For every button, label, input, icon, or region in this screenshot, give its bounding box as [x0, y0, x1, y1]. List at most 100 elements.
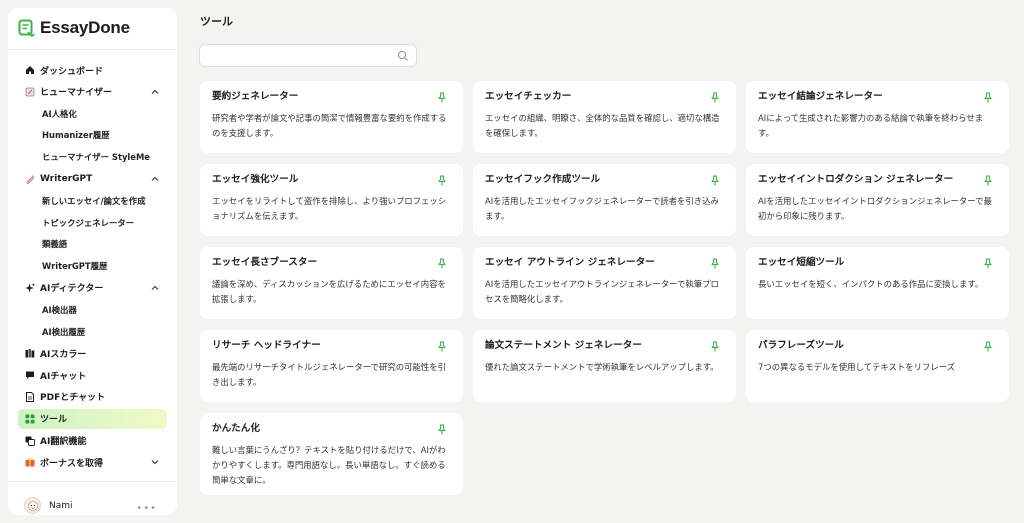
- sidebar-item-label: ツール: [40, 415, 68, 426]
- tool-card-description: AIによって生成された影響力のある結論で執筆を終わらせます。: [758, 113, 984, 138]
- home-icon: [25, 65, 35, 75]
- tool-card-description: AIを活用したエッセイアウトラインジェネレーターで執筆プロセスを簡略化します。: [485, 279, 719, 304]
- tool-card-description: 長いエッセイを短く、インパクトのある作品に変換します。: [758, 279, 984, 289]
- sidebar-nav: ダッシュボード ヒューマナイザー AI人格化 Humanizer履歴 ヒューマナ…: [18, 60, 167, 474]
- pin-icon[interactable]: [710, 92, 720, 103]
- tool-card[interactable]: パラフレーズツール 7つの異なるモデルを使用してテキストをリフレーズ: [746, 330, 1009, 402]
- tool-card-title: エッセイフック作成ツール: [485, 174, 601, 185]
- more-options-icon[interactable]: •••: [136, 503, 157, 514]
- chevron-up-icon[interactable]: [150, 174, 160, 184]
- pin-icon[interactable]: [983, 258, 993, 269]
- sidebar-subitem-ai-detector[interactable]: AI検出器: [18, 300, 167, 320]
- sidebar-subitem-new-essay[interactable]: 新しいエッセイ/論文を作成: [18, 191, 167, 211]
- chevron-up-icon[interactable]: [150, 87, 160, 97]
- tool-card[interactable]: エッセイ短縮ツール 長いエッセイを短く、インパクトのある作品に変換します。: [746, 247, 1009, 319]
- pin-icon[interactable]: [437, 175, 447, 186]
- sidebar-item-ai-chat[interactable]: AIチャット: [18, 365, 167, 385]
- sidebar-divider: [8, 49, 177, 50]
- pin-icon[interactable]: [710, 341, 720, 352]
- translate-icon: [25, 436, 35, 446]
- tool-card-title: かんたん化: [212, 423, 260, 434]
- sidebar-subitem-humanizer-styleme[interactable]: ヒューマナイザー StyleMe: [18, 147, 167, 167]
- sidebar-item-label: AIチャット: [40, 371, 87, 382]
- brand-name: EssayDone: [40, 18, 130, 37]
- pin-icon[interactable]: [437, 258, 447, 269]
- sidebar-item-humanizer[interactable]: ヒューマナイザー: [18, 82, 167, 102]
- tool-card-description: 最先端のリサーチタイトルジェネレーターで研究の可能性を引き出します。: [212, 362, 446, 387]
- sidebar-item-ai-detector[interactable]: AIディテクター: [18, 278, 167, 298]
- tool-card-description: AIを活用したエッセイフックジェネレーターで読者を引き込みます。: [485, 196, 719, 221]
- sidebar-item-label: AI翻訳機能: [40, 437, 87, 448]
- avatar-icon: [27, 500, 38, 511]
- tool-card-description: 7つの異なるモデルを使用してテキストをリフレーズ: [758, 362, 956, 372]
- sidebar-subitem-writergpt-history[interactable]: WriterGPT履歴: [18, 256, 167, 276]
- avatar: [24, 497, 41, 514]
- tool-card[interactable]: エッセイイントロダクション ジェネレーター AIを活用したエッセイイントロダクシ…: [746, 164, 1009, 236]
- tool-card[interactable]: エッセイチェッカー エッセイの組織、明瞭さ、全体的な品質を確認し、適切な構造を確…: [473, 81, 736, 153]
- tool-card-title: エッセイ短縮ツール: [758, 257, 845, 268]
- search-box[interactable]: [199, 44, 417, 69]
- pin-icon[interactable]: [983, 175, 993, 186]
- search-input[interactable]: [200, 47, 380, 69]
- pin-icon[interactable]: [437, 341, 447, 352]
- tool-card-title: エッセイ結論ジェネレーター: [758, 91, 883, 102]
- tool-card-title: エッセイイントロダクション ジェネレーター: [758, 174, 954, 185]
- sidebar-item-pdf-chat[interactable]: PDFとチャット: [18, 387, 167, 407]
- chat-icon: [25, 370, 35, 380]
- pin-icon[interactable]: [710, 175, 720, 186]
- pin-icon[interactable]: [437, 424, 447, 435]
- user-profile[interactable]: Nami: [24, 497, 73, 514]
- grid-icon: [25, 414, 35, 424]
- tool-card-title: パラフレーズツール: [758, 340, 844, 351]
- tool-card-title: エッセイ アウトライン ジェネレーター: [485, 257, 655, 268]
- tool-card-title: リサーチ ヘッドライナー: [212, 340, 321, 351]
- tool-card-description: 議論を深め、ディスカッションを広げるためにエッセイ内容を拡張します。: [212, 279, 446, 304]
- tool-card-description: 優れた論文ステートメントで学術執筆をレベルアップします。: [485, 362, 719, 372]
- sidebar-item-tools[interactable]: ツール: [18, 408, 167, 429]
- chevron-down-icon[interactable]: [150, 457, 160, 467]
- tool-card-description: エッセイをリライトして盗作を排除し、より強いプロフェッショナリズムを伝えます。: [212, 196, 447, 221]
- sidebar-footer-divider: [8, 481, 177, 482]
- user-name: Nami: [49, 500, 73, 511]
- sidebar-item-label: WriterGPT: [40, 173, 93, 184]
- pin-icon[interactable]: [710, 258, 720, 269]
- pin-icon[interactable]: [983, 341, 993, 352]
- pin-icon[interactable]: [983, 92, 993, 103]
- sidebar-item-ai-translation[interactable]: AI翻訳機能: [18, 431, 167, 451]
- gift-icon: [25, 457, 35, 467]
- tool-card[interactable]: エッセイ結論ジェネレーター AIによって生成された影響力のある結論で執筆を終わら…: [746, 81, 1009, 153]
- sidebar-subitem-ai-detection-history[interactable]: AI検出履歴: [18, 322, 167, 342]
- chevron-up-icon[interactable]: [150, 283, 160, 293]
- page-title: ツール: [200, 15, 233, 28]
- sidebar-subitem-humanizer-history[interactable]: Humanizer履歴: [18, 125, 167, 145]
- sidebar-subitem-topic-generator[interactable]: トピックジェネレーター: [18, 213, 167, 233]
- tool-card-description: AIを活用したエッセイイントロダクションジェネレーターで最初から印象に残ります。: [758, 196, 992, 221]
- tool-card[interactable]: エッセイ長さブースター 議論を深め、ディスカッションを広げるためにエッセイ内容を…: [200, 247, 463, 319]
- sidebar-subitem-ai-humanize[interactable]: AI人格化: [18, 104, 167, 124]
- tool-card[interactable]: かんたん化 難しい言葉にうんざり？テキストを貼り付けるだけで、AIがわかりやすく…: [200, 413, 463, 495]
- humanizer-icon: [25, 87, 35, 97]
- sidebar-item-bonus[interactable]: ボーナスを取得: [18, 452, 167, 472]
- sidebar-item-label: AIディテクター: [40, 284, 104, 295]
- sidebar-item-label: ヒューマナイザー: [40, 88, 113, 99]
- tool-card[interactable]: 要約ジェネレーター 研究者や学者が論文や記事の簡潔で情報豊富な要約を作成するのを…: [200, 81, 463, 153]
- sidebar-subitem-synonyms[interactable]: 類義語: [18, 234, 167, 254]
- writergpt-icon: [25, 174, 35, 184]
- tool-card[interactable]: 論文ステートメント ジェネレーター 優れた論文ステートメントで学術執筆をレベルア…: [473, 330, 736, 402]
- pin-icon[interactable]: [437, 92, 447, 103]
- tool-card-description: 難しい言葉にうんざり？テキストを貼り付けるだけで、AIがわかりやすくします。専門…: [212, 445, 446, 485]
- logo-icon: [18, 19, 35, 37]
- tool-card-title: 論文ステートメント ジェネレーター: [485, 340, 642, 351]
- tool-card[interactable]: エッセイ アウトライン ジェネレーター AIを活用したエッセイアウトラインジェネ…: [473, 247, 736, 319]
- sidebar-item-label: PDFとチャット: [40, 393, 106, 404]
- sidebar-item-dashboard[interactable]: ダッシュボード: [18, 60, 167, 80]
- sidebar-item-writergpt[interactable]: WriterGPT: [18, 169, 167, 189]
- pdf-document-icon: [25, 391, 35, 402]
- brand-logo[interactable]: EssayDone: [18, 18, 130, 38]
- tool-card[interactable]: エッセイフック作成ツール AIを活用したエッセイフックジェネレーターで読者を引き…: [473, 164, 736, 236]
- tool-card[interactable]: エッセイ強化ツール エッセイをリライトして盗作を排除し、より強いプロフェッショナ…: [200, 164, 463, 236]
- search-icon[interactable]: [397, 50, 409, 62]
- tool-card[interactable]: リサーチ ヘッドライナー 最先端のリサーチタイトルジェネレーターで研究の可能性を…: [200, 330, 463, 402]
- sidebar-item-ai-scholar[interactable]: AIスカラー: [18, 343, 167, 363]
- sidebar-item-label: ダッシュボード: [40, 66, 104, 77]
